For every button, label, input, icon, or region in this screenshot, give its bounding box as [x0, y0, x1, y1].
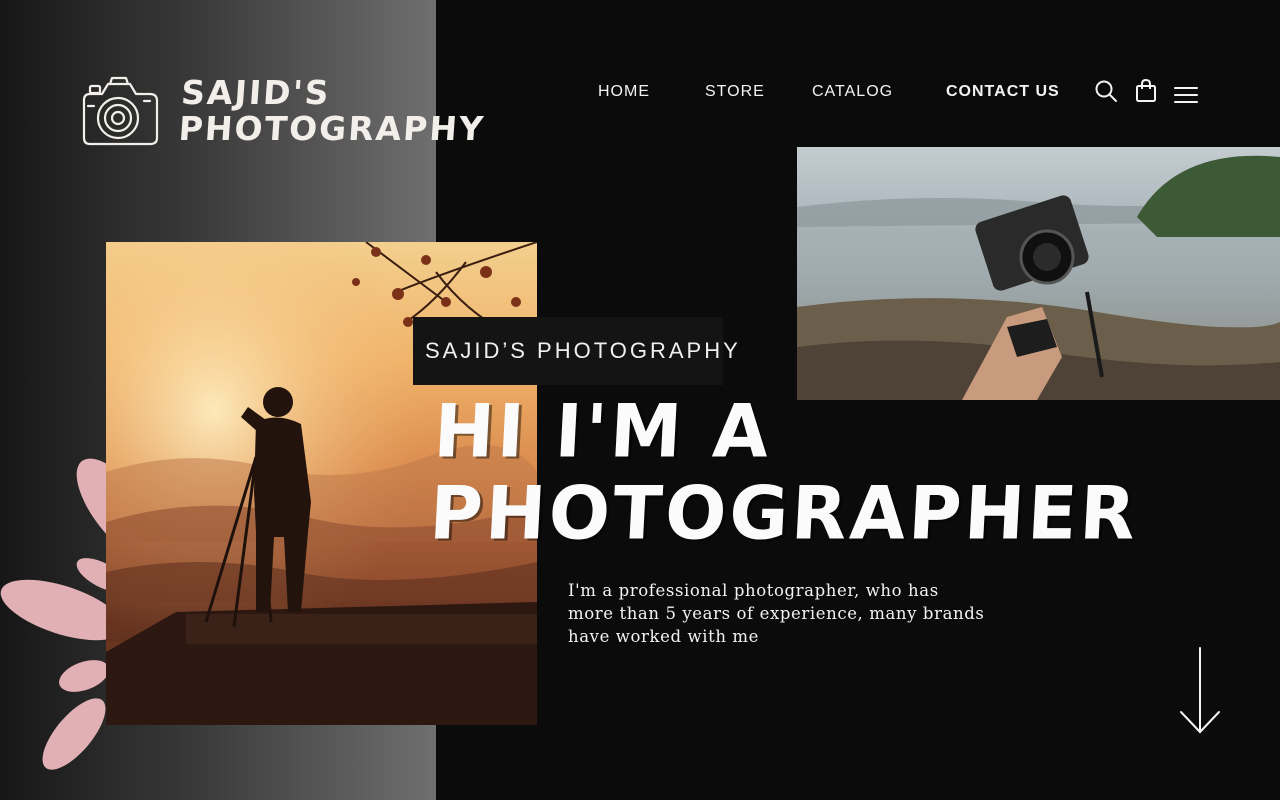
- brand-name: SAJID'S PHOTOGRAPHY: [177, 73, 488, 148]
- hero-headline: HI I'M A PHOTOGRAPHER: [427, 388, 1141, 556]
- nav-catalog[interactable]: CATALOG: [812, 83, 893, 101]
- headline-line1: HI I'M A: [431, 388, 774, 475]
- camera-icon: [82, 76, 159, 146]
- nav-contact-us[interactable]: CONTACT US: [946, 83, 1060, 101]
- nav-store[interactable]: STORE: [705, 83, 765, 101]
- nav-home[interactable]: HOME: [598, 83, 650, 101]
- hero-tag-box: SAJID’S PHOTOGRAPHY: [413, 317, 738, 385]
- brand-logo[interactable]: SAJID'S PHOTOGRAPHY: [80, 73, 488, 148]
- hero-tag: SAJID’S PHOTOGRAPHY: [425, 338, 741, 363]
- shopping-bag-icon[interactable]: [1134, 78, 1158, 104]
- brand-name-line1: SAJID'S: [179, 73, 332, 112]
- hero-intro-text: I'm a professional photographer, who has…: [568, 581, 985, 646]
- camera-lake-photo: [797, 147, 1280, 400]
- headline-line2: PHOTOGRAPHER: [427, 469, 1141, 556]
- hamburger-menu-icon[interactable]: [1174, 82, 1198, 108]
- brand-name-line2: PHOTOGRAPHY: [177, 109, 487, 148]
- arrow-down-icon[interactable]: [1178, 646, 1222, 736]
- search-icon[interactable]: [1094, 78, 1118, 104]
